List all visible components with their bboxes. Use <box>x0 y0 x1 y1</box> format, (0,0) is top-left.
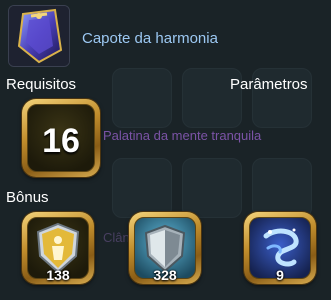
bonus-value: 328 <box>153 267 177 283</box>
class-requirement: Palatina da mente tranquila <box>103 128 262 143</box>
bonus-tile-magic-defense[interactable]: 328 <box>129 212 201 284</box>
ghost-slot <box>112 158 172 218</box>
ghost-slot <box>112 68 172 128</box>
ghost-slot <box>252 158 312 218</box>
item-header: Capote da harmonia <box>0 0 331 72</box>
requirements-label: Requisitos <box>6 76 77 93</box>
bonus-label: Bônus <box>6 189 49 206</box>
faded-background-text: Clân <box>103 230 130 245</box>
parameters-label: Parâmetros <box>230 76 308 93</box>
item-name: Capote da harmonia <box>82 30 218 47</box>
level-tile-inner: 16 <box>27 104 95 172</box>
required-level: 16 <box>42 122 80 160</box>
bonus-value: 9 <box>276 267 284 283</box>
bonus-value: 138 <box>46 267 70 283</box>
cloak-icon <box>8 5 70 67</box>
bonus-tile-evasion[interactable]: 9 <box>244 212 316 284</box>
ghost-slot <box>182 158 242 218</box>
bonus-tile-physical-defense[interactable]: 138 <box>22 212 94 284</box>
level-requirement-tile[interactable]: 16 <box>22 99 100 177</box>
